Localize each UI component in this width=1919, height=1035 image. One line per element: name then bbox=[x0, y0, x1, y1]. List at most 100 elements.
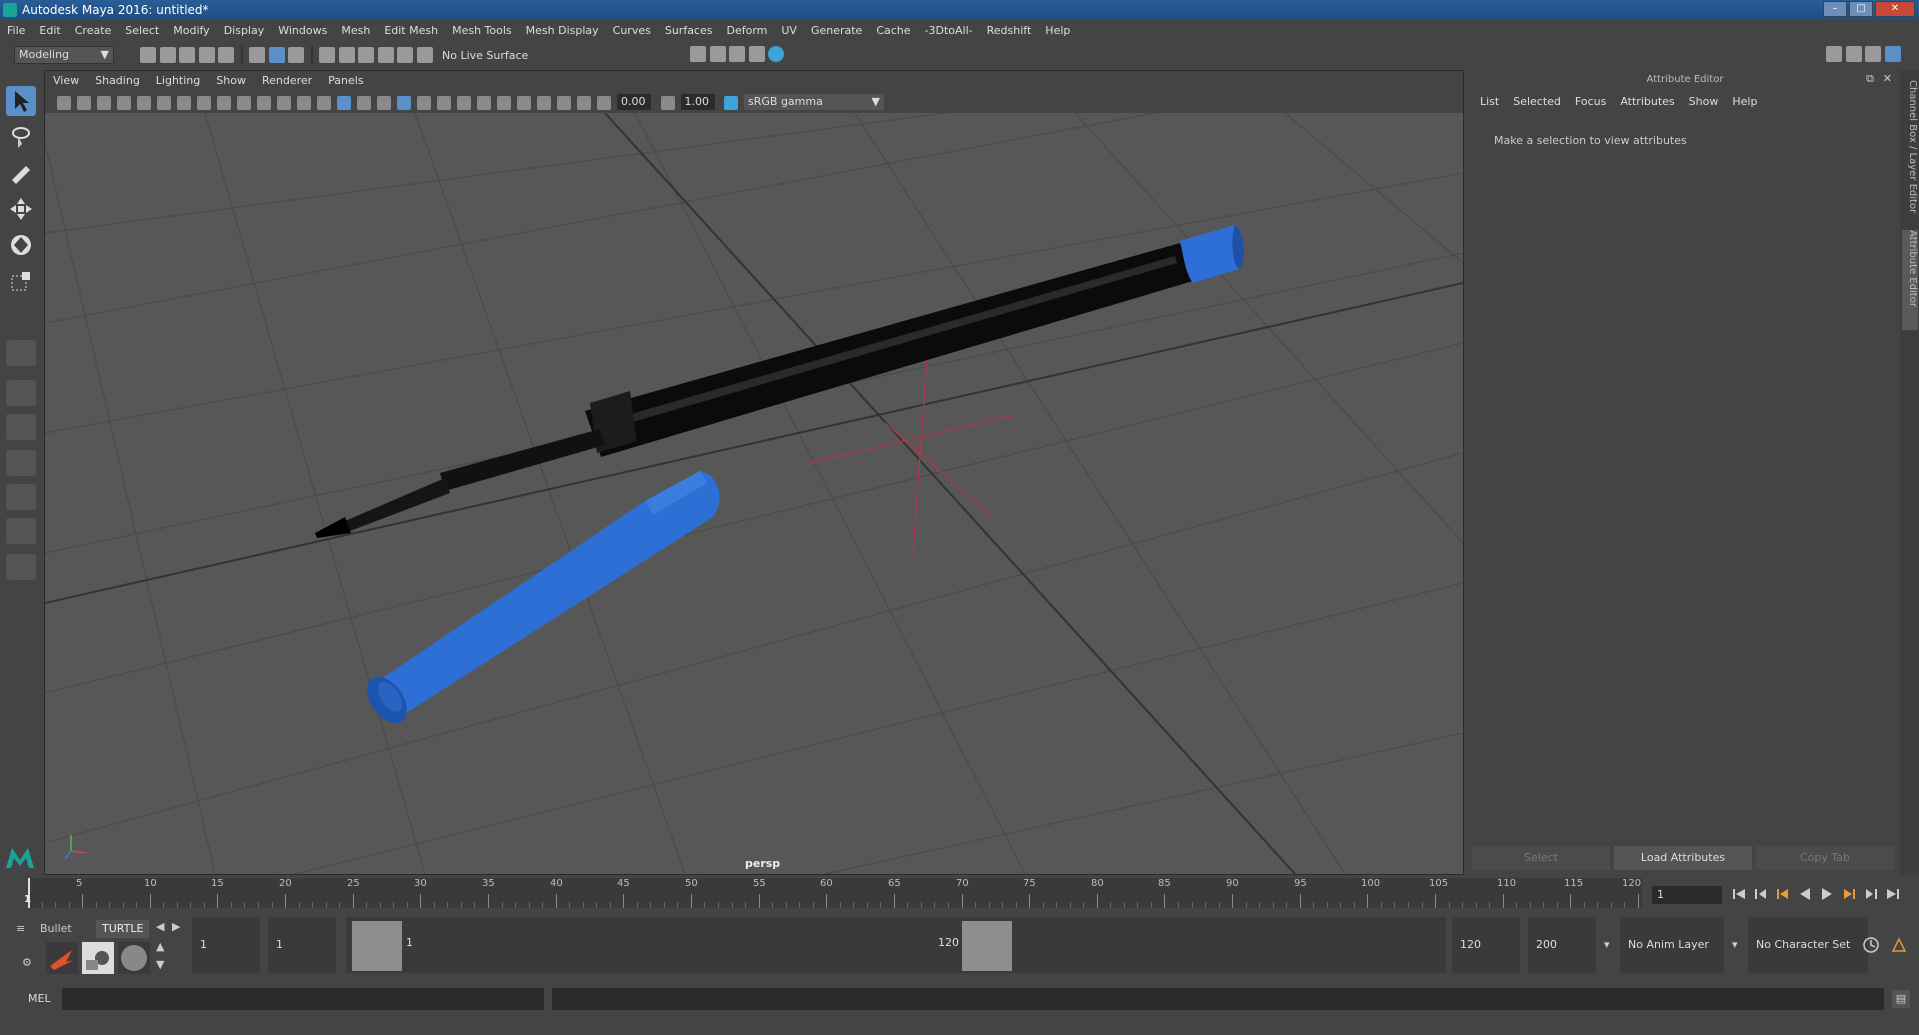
hypershade-layout-icon[interactable] bbox=[6, 518, 36, 544]
camera-icon[interactable] bbox=[57, 95, 71, 110]
animation-end-field[interactable]: 200 bbox=[1528, 917, 1596, 973]
gamma-field[interactable]: 1.00 bbox=[680, 94, 715, 110]
select-tool-icon[interactable] bbox=[6, 86, 36, 116]
maximize-button[interactable]: □ bbox=[1849, 1, 1873, 17]
exposure-field[interactable]: 0.00 bbox=[617, 94, 651, 110]
playback-start-field[interactable]: 1 bbox=[268, 917, 336, 973]
field-chart-icon[interactable] bbox=[257, 95, 271, 110]
shelf-scroll-down-icon[interactable]: ▼ bbox=[156, 958, 164, 971]
shelf-scroll-up-icon[interactable]: ▲ bbox=[156, 940, 164, 953]
current-frame-field[interactable]: 1 bbox=[1652, 886, 1722, 904]
film-gate-icon[interactable] bbox=[197, 95, 211, 110]
undo-icon[interactable] bbox=[198, 47, 215, 63]
move-tool-icon[interactable] bbox=[6, 194, 36, 224]
panel-menu-show[interactable]: Show bbox=[208, 71, 254, 91]
menu-3dtoall[interactable]: -3DtoAll- bbox=[918, 20, 980, 42]
snap-to-curve-icon[interactable] bbox=[338, 47, 355, 63]
menu-curves[interactable]: Curves bbox=[606, 20, 658, 42]
load-attributes-button[interactable]: Load Attributes bbox=[1614, 846, 1752, 870]
panel-menu-panels[interactable]: Panels bbox=[320, 71, 371, 91]
menu-edit[interactable]: Edit bbox=[32, 20, 67, 42]
render-view-icon[interactable] bbox=[768, 46, 784, 62]
menu-modify[interactable]: Modify bbox=[166, 20, 216, 42]
range-slider[interactable]: 1 120 bbox=[346, 917, 1446, 973]
four-view-layout-icon[interactable] bbox=[6, 414, 36, 440]
tool-settings-icon[interactable] bbox=[1865, 46, 1881, 62]
xray-joints-icon[interactable] bbox=[577, 95, 591, 110]
menu-mesh[interactable]: Mesh bbox=[334, 20, 377, 42]
safe-title-icon[interactable] bbox=[297, 95, 311, 110]
step-forward-icon[interactable] bbox=[1864, 887, 1878, 901]
panel-menu-lighting[interactable]: Lighting bbox=[148, 71, 208, 91]
gate-mask-icon[interactable] bbox=[237, 95, 251, 110]
wireframe-icon[interactable] bbox=[317, 95, 331, 110]
menu-select[interactable]: Select bbox=[118, 20, 166, 42]
select-by-hierarchy-icon[interactable] bbox=[249, 47, 265, 63]
single-perspective-layout-icon[interactable] bbox=[6, 380, 36, 406]
menu-cache[interactable]: Cache bbox=[869, 20, 917, 42]
animation-preferences-icon[interactable] bbox=[1890, 936, 1908, 957]
time-ruler[interactable]: 1 5 10 15 20 25 30 35 40 45 50 55 60 65 70 75 80 85 90 95 1… bbox=[24, 878, 1642, 908]
select-button[interactable]: Select bbox=[1472, 846, 1610, 870]
animation-start-field[interactable]: 1 bbox=[192, 917, 260, 973]
shelf-tab-turtle[interactable]: TURTLE bbox=[96, 920, 150, 938]
attr-menu-list[interactable]: List bbox=[1480, 94, 1499, 110]
motion-blur-icon[interactable] bbox=[457, 95, 471, 110]
render-current-frame-icon[interactable] bbox=[690, 46, 706, 62]
go-to-end-icon[interactable] bbox=[1886, 887, 1900, 901]
perspective-viewport[interactable] bbox=[44, 112, 1464, 875]
sphere-shelf-icon[interactable] bbox=[118, 942, 150, 974]
play-backwards-icon[interactable] bbox=[1798, 887, 1812, 901]
shelf-options-gear-icon[interactable]: ⚙ bbox=[22, 956, 32, 969]
make-live-icon[interactable] bbox=[397, 47, 413, 63]
close-panel-icon[interactable]: ✕ bbox=[1883, 72, 1892, 85]
chevron-down-icon[interactable]: ▾ bbox=[1732, 938, 1738, 951]
shelf-tab-scroll-right-icon[interactable]: ▶ bbox=[172, 920, 180, 933]
2d-pan-zoom-icon[interactable] bbox=[137, 95, 151, 110]
last-tool-icon[interactable] bbox=[6, 340, 36, 366]
modeling-toolkit-icon[interactable] bbox=[1826, 46, 1842, 62]
menu-surfaces[interactable]: Surfaces bbox=[658, 20, 720, 42]
menu-uv[interactable]: UV bbox=[774, 20, 804, 42]
view-transform-dropdown[interactable]: sRGB gamma ▼ bbox=[744, 94, 884, 110]
snap-to-point-icon[interactable] bbox=[358, 47, 374, 63]
minimize-button[interactable]: – bbox=[1823, 1, 1847, 17]
scale-tool-icon[interactable] bbox=[6, 266, 36, 296]
custom-layout-icon[interactable] bbox=[6, 554, 36, 580]
snap-to-grid-icon[interactable] bbox=[319, 47, 335, 63]
textured-icon[interactable] bbox=[377, 95, 391, 110]
redo-icon[interactable] bbox=[218, 47, 234, 63]
new-scene-icon[interactable] bbox=[140, 47, 156, 63]
menu-set-selector[interactable]: Modeling ▼ bbox=[14, 46, 114, 64]
snap-to-view-plane-icon[interactable] bbox=[377, 47, 394, 63]
script-editor-icon[interactable]: ▤ bbox=[1892, 990, 1910, 1008]
menu-redshift[interactable]: Redshift bbox=[980, 20, 1039, 42]
attribute-editor-toggle-icon[interactable] bbox=[1845, 46, 1862, 62]
lasso-tool-icon[interactable] bbox=[6, 122, 36, 152]
attr-menu-attributes[interactable]: Attributes bbox=[1620, 94, 1674, 110]
menu-file[interactable]: File bbox=[0, 20, 32, 42]
grid-icon[interactable] bbox=[177, 95, 191, 110]
menu-deform[interactable]: Deform bbox=[719, 20, 774, 42]
grease-pencil-icon[interactable] bbox=[157, 95, 171, 110]
step-back-icon[interactable] bbox=[1754, 887, 1768, 901]
snap-magnet-icon[interactable] bbox=[416, 47, 433, 63]
camera-attributes-icon[interactable] bbox=[77, 95, 91, 110]
float-panel-icon[interactable]: ⧉ bbox=[1866, 72, 1874, 86]
attr-menu-selected[interactable]: Selected bbox=[1513, 94, 1561, 110]
attr-menu-help[interactable]: Help bbox=[1732, 94, 1757, 110]
attr-menu-show[interactable]: Show bbox=[1689, 94, 1719, 110]
save-scene-icon[interactable] bbox=[179, 47, 195, 63]
menu-generate[interactable]: Generate bbox=[804, 20, 869, 42]
safe-action-icon[interactable] bbox=[277, 95, 291, 110]
attr-menu-focus[interactable]: Focus bbox=[1575, 94, 1606, 110]
step-back-key-icon[interactable] bbox=[1776, 887, 1790, 901]
xray-active-icon[interactable] bbox=[557, 95, 571, 110]
menu-display[interactable]: Display bbox=[217, 20, 272, 42]
playback-end-field[interactable]: 120 bbox=[1452, 917, 1520, 973]
panel-menu-shading[interactable]: Shading bbox=[87, 71, 148, 91]
rotate-tool-icon[interactable] bbox=[6, 230, 36, 260]
xray-icon[interactable] bbox=[537, 95, 551, 110]
color-management-icon[interactable] bbox=[724, 95, 738, 110]
auto-key-icon[interactable] bbox=[1862, 936, 1880, 957]
